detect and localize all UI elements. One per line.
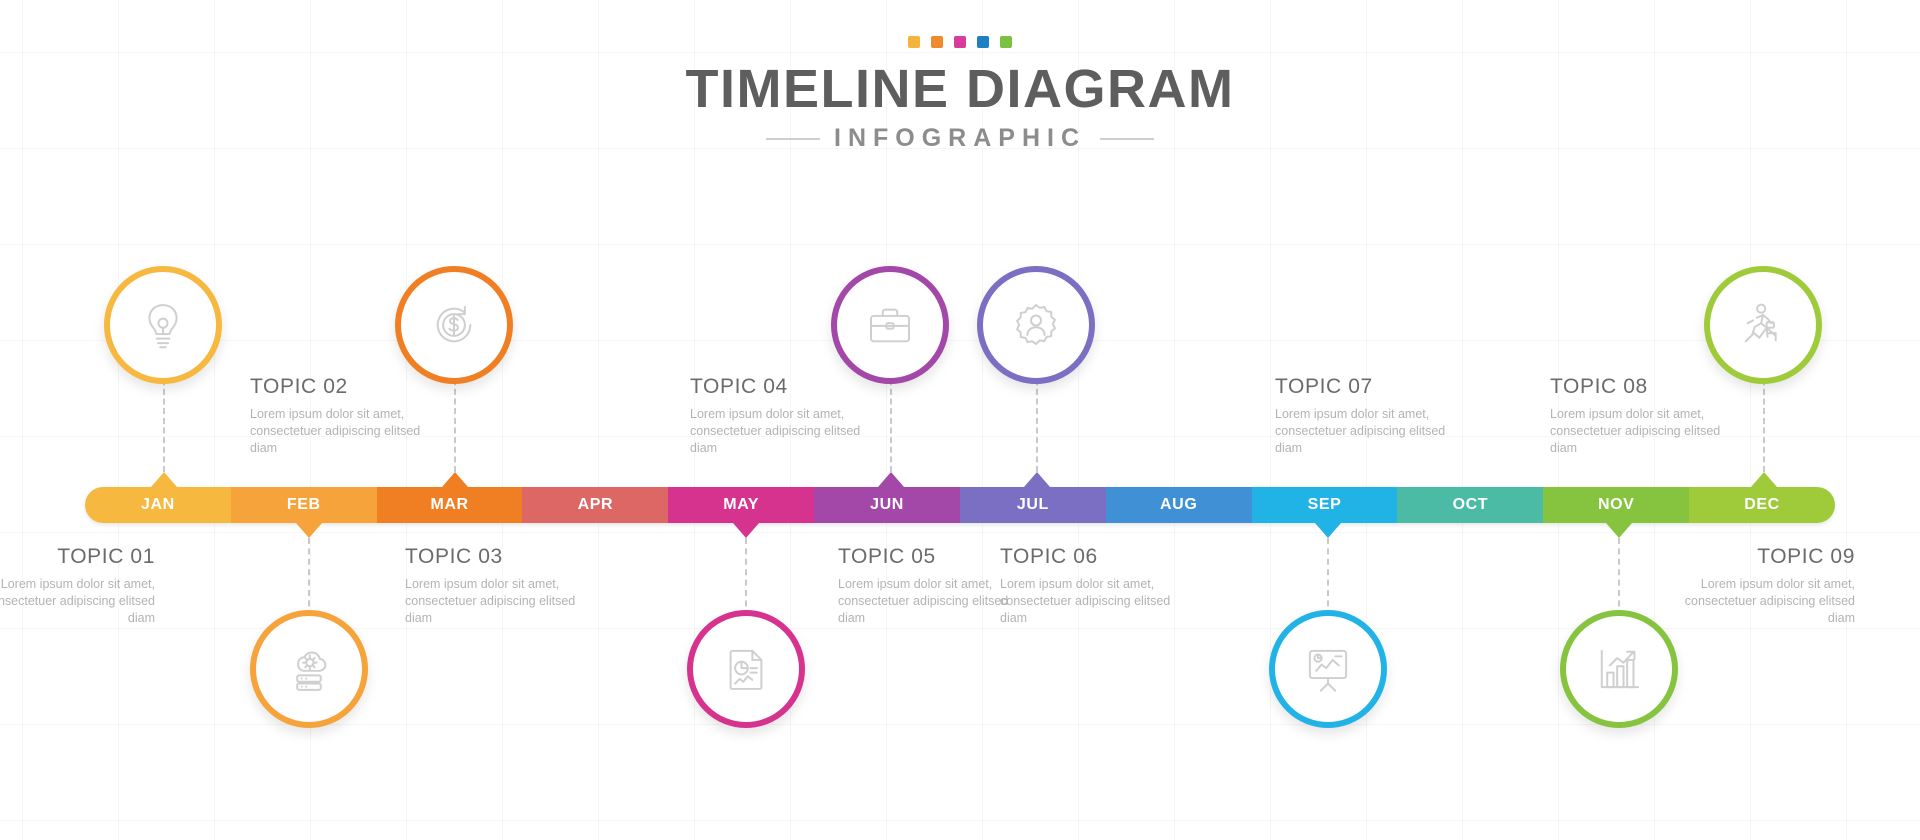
month-segment-may[interactable]: MAY <box>668 487 815 523</box>
month-label-aug: AUG <box>1160 496 1198 513</box>
marker-may <box>733 523 759 538</box>
topic-title-06: TOPIC 06 <box>1000 545 1098 568</box>
month-segment-feb[interactable]: FEB <box>230 487 377 523</box>
month-label-apr: APR <box>577 496 614 513</box>
topic-title-02: TOPIC 02 <box>250 375 348 398</box>
month-segment-jun[interactable]: JUN <box>814 487 960 523</box>
marker-dec <box>1751 472 1777 487</box>
month-label-sep: SEP <box>1307 496 1342 513</box>
topic-block-09: TOPIC 09 Lorem ipsum dolor sit amet, con… <box>1655 545 1855 627</box>
month-segment-oct[interactable]: OCT <box>1397 487 1544 523</box>
month-label-dec: DEC <box>1744 496 1780 513</box>
topic-desc-01: Lorem ipsum dolor sit amet, consectetuer… <box>0 577 155 625</box>
marker-nov <box>1606 523 1632 538</box>
topic-title-07: TOPIC 07 <box>1275 375 1373 398</box>
marker-mar <box>442 472 468 487</box>
month-segment-jul[interactable]: JUL <box>959 487 1106 523</box>
topic-desc-02: Lorem ipsum dolor sit amet, consectetuer… <box>250 407 421 455</box>
topic-desc-06: Lorem ipsum dolor sit amet, consectetuer… <box>1000 577 1171 625</box>
month-label-feb: FEB <box>286 496 321 513</box>
node-bar-chart-growth[interactable] <box>1560 610 1678 728</box>
dot-1 <box>908 36 920 48</box>
decorative-dots <box>0 36 1920 48</box>
month-label-nov: NOV <box>1597 496 1635 513</box>
presentation-board-icon <box>1308 649 1348 692</box>
node-presentation-board[interactable] <box>1269 610 1387 728</box>
topic-title-09: TOPIC 09 <box>1757 545 1855 568</box>
gear-person-icon <box>1016 304 1056 346</box>
topic-title-04: TOPIC 04 <box>690 375 788 398</box>
month-segment-jan[interactable]: JAN <box>85 487 231 523</box>
topic-desc-04: Lorem ipsum dolor sit amet, consectetuer… <box>690 407 861 455</box>
page-title: TIMELINE DIAGRAM <box>685 59 1235 119</box>
node-businessman-running[interactable] <box>1704 266 1822 384</box>
timeline-bar: JAN FEB MAR APR MAY JUN JUL AUG SEP OCT … <box>85 487 1835 523</box>
infographic-canvas: TIMELINE DIAGRAM INFOGRAPHIC JAN FEB MAR… <box>0 0 1920 840</box>
money-growth-icon <box>436 305 472 343</box>
dot-4 <box>977 36 989 48</box>
month-label-jan: JAN <box>141 496 175 513</box>
topic-block-03: TOPIC 03 Lorem ipsum dolor sit amet, con… <box>405 545 605 627</box>
topic-desc-07: Lorem ipsum dolor sit amet, consectetuer… <box>1275 407 1446 455</box>
month-label-jun: JUN <box>870 496 904 513</box>
subtitle-rule-right <box>1100 137 1154 140</box>
marker-jan <box>151 472 177 487</box>
lightbulb-idea-icon <box>148 304 178 349</box>
month-segment-sep[interactable]: SEP <box>1251 487 1398 523</box>
dot-3 <box>954 36 966 48</box>
month-segment-dec[interactable]: DEC <box>1689 487 1835 523</box>
month-label-jul: JUL <box>1016 496 1049 513</box>
month-segment-apr[interactable]: APR <box>522 487 669 523</box>
marker-jun <box>878 472 904 487</box>
businessman-running-icon <box>1744 303 1777 343</box>
month-segment-nov[interactable]: NOV <box>1543 487 1690 523</box>
month-segment-aug[interactable]: AUG <box>1105 487 1252 523</box>
marker-sep <box>1315 523 1341 538</box>
topic-block-02: TOPIC 02 Lorem ipsum dolor sit amet, con… <box>250 375 450 457</box>
month-label-mar: MAR <box>430 496 469 513</box>
node-cloud-server-settings[interactable] <box>250 610 368 728</box>
topic-block-07: TOPIC 07 Lorem ipsum dolor sit amet, con… <box>1275 375 1475 457</box>
marker-feb <box>296 523 322 538</box>
node-lightbulb-idea[interactable] <box>104 266 222 384</box>
node-document-chart[interactable] <box>687 610 805 728</box>
document-chart-icon <box>729 649 763 690</box>
cloud-server-settings-icon <box>296 651 327 691</box>
subtitle-row: INFOGRAPHIC <box>0 124 1920 153</box>
dot-5 <box>1000 36 1012 48</box>
topic-desc-08: Lorem ipsum dolor sit amet, consectetuer… <box>1550 407 1721 455</box>
month-segment-mar[interactable]: MAR <box>376 487 523 523</box>
bar-chart-growth-icon <box>1600 649 1640 689</box>
topic-desc-03: Lorem ipsum dolor sit amet, consectetuer… <box>405 577 576 625</box>
topic-desc-09: Lorem ipsum dolor sit amet, consectetuer… <box>1684 577 1855 625</box>
topic-title-01: TOPIC 01 <box>57 545 155 568</box>
topic-block-06: TOPIC 06 Lorem ipsum dolor sit amet, con… <box>1000 545 1200 627</box>
node-gear-person[interactable] <box>977 266 1095 384</box>
dot-2 <box>931 36 943 48</box>
topic-block-01: TOPIC 01 Lorem ipsum dolor sit amet, con… <box>0 545 155 627</box>
marker-jul <box>1024 472 1050 487</box>
topic-title-03: TOPIC 03 <box>405 545 503 568</box>
briefcase-icon <box>869 308 911 343</box>
page-subtitle: INFOGRAPHIC <box>834 124 1086 153</box>
topic-block-08: TOPIC 08 Lorem ipsum dolor sit amet, con… <box>1550 375 1750 457</box>
node-money-growth[interactable] <box>395 266 513 384</box>
month-label-may: MAY <box>723 496 760 513</box>
month-label-oct: OCT <box>1452 496 1489 513</box>
subtitle-rule-left <box>766 137 820 140</box>
topic-title-08: TOPIC 08 <box>1550 375 1648 398</box>
header: TIMELINE DIAGRAM INFOGRAPHIC <box>0 36 1920 153</box>
node-briefcase[interactable] <box>831 266 949 384</box>
topic-block-04: TOPIC 04 Lorem ipsum dolor sit amet, con… <box>690 375 890 457</box>
